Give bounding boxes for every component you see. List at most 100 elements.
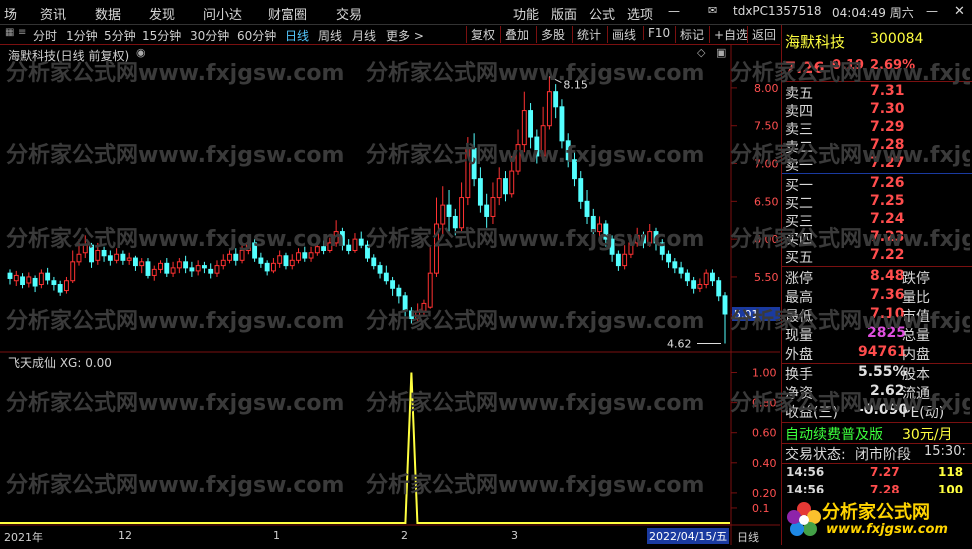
- candle-body: [666, 253, 671, 263]
- chart-settings-icon[interactable]: ◉: [136, 46, 146, 59]
- candle-body: [377, 265, 383, 274]
- stat-label: 流通: [902, 386, 930, 402]
- kline-chart[interactable]: 8.154.62 8.007.507.006.506.005.505.005.0…: [0, 45, 780, 545]
- candle-body: [57, 284, 63, 293]
- tick-time: 14:56: [786, 465, 825, 479]
- period-tab[interactable]: 1分钟: [66, 27, 98, 44]
- toolbar-overlay[interactable]: 叠加: [500, 26, 529, 43]
- stat-label: 总量: [902, 328, 930, 344]
- candle-body: [264, 262, 270, 272]
- mail-icon[interactable]: ✉: [708, 4, 717, 17]
- period-tab[interactable]: 5分钟: [104, 27, 136, 44]
- grid-icon[interactable]: ▦: [5, 27, 14, 38]
- price-change: 0.19: [832, 58, 865, 73]
- candle-body: [691, 280, 697, 289]
- y-tick-label: 5.50: [754, 271, 779, 284]
- bid-price: 7.26: [870, 175, 905, 191]
- period-tab-more[interactable]: 更多 >: [386, 27, 424, 44]
- candle-body: [189, 267, 195, 272]
- candle-body: [352, 238, 358, 251]
- candle-body: [628, 242, 634, 255]
- toolbar-stats[interactable]: 统计: [572, 26, 601, 43]
- candle-body: [496, 178, 502, 199]
- menu-item-data[interactable]: 数据: [95, 4, 121, 23]
- period-tab[interactable]: 分时: [33, 27, 57, 44]
- candle-body: [584, 200, 590, 217]
- bid-label: 买五: [785, 250, 813, 266]
- menu-item-layout[interactable]: 版面: [551, 4, 577, 23]
- price-tag-label: 5.01: [734, 308, 759, 321]
- period-tab[interactable]: 30分钟: [190, 27, 229, 44]
- menu-item-wealth[interactable]: 财富圈: [268, 4, 307, 23]
- quote-panel: 海默科技 300084 7.26 0.19 2.69% 卖五 7.31 卖四 7.3…: [781, 25, 972, 545]
- ask-label: 卖四: [785, 104, 813, 120]
- menu-item-0[interactable]: 场: [4, 4, 17, 23]
- stock-name: 海默科技: [785, 33, 846, 51]
- candle-body: [358, 238, 364, 246]
- promo-link[interactable]: 自动续费普及版: [785, 424, 883, 444]
- menu-item-formula[interactable]: 公式: [589, 4, 615, 23]
- period-toolbar: ▦ ≡ 分时 1分钟 5分钟 15分钟 30分钟 60分钟 日线 周线 月线 更…: [0, 25, 780, 45]
- candle-body: [440, 204, 446, 225]
- menu-item-news[interactable]: 资讯: [40, 4, 66, 23]
- menu-item-options[interactable]: 选项: [627, 4, 653, 23]
- ask-price: 7.28: [870, 137, 905, 153]
- menu-bar: 场 资讯 数据 发现 问小达 财富圈 交易 功能 版面 公式 选项 — ✉ td…: [0, 0, 972, 25]
- candle-body: [641, 234, 646, 244]
- period-tab-active[interactable]: 日线: [285, 27, 309, 44]
- candle-body: [32, 277, 38, 287]
- fold-icon[interactable]: ▣: [716, 46, 726, 59]
- window-minimize-icon[interactable]: —: [926, 4, 938, 18]
- logo-url: www.fxjgsw.com: [826, 522, 948, 537]
- bid-label: 买二: [785, 196, 813, 212]
- candle-body: [452, 215, 458, 229]
- close-icon[interactable]: ✕: [954, 4, 965, 19]
- candle-body: [590, 215, 596, 233]
- x-axis-period: 日线: [737, 531, 759, 544]
- toolbar-f10[interactable]: F10: [643, 26, 670, 40]
- candle-body: [327, 242, 333, 251]
- candle-body: [678, 267, 684, 274]
- stat-label: 市值: [902, 309, 930, 325]
- candle-body: [477, 178, 483, 206]
- candle-body: [107, 255, 113, 261]
- period-tab[interactable]: 15分钟: [142, 27, 181, 44]
- menu-item-function[interactable]: 功能: [513, 4, 539, 23]
- status-label: 交易状态:: [785, 447, 846, 463]
- toolbar-watchlist[interactable]: +自选: [709, 26, 748, 43]
- diamond-icon[interactable]: ◇: [697, 46, 705, 59]
- toolbar-draw[interactable]: 画线: [607, 26, 636, 43]
- candle-body: [227, 253, 232, 261]
- ask-label: 卖三: [785, 122, 813, 138]
- period-tab[interactable]: 60分钟: [237, 27, 276, 44]
- site-logo: 分析家公式网 www.fxjgsw.com: [782, 495, 972, 545]
- chart-title: 海默科技(日线 前复权): [8, 49, 130, 63]
- candle-body: [565, 140, 571, 161]
- toolbar-mark[interactable]: 标记: [675, 26, 704, 43]
- candle-body: [239, 249, 245, 261]
- candle-body: [13, 274, 19, 282]
- candle-body: [195, 265, 201, 272]
- period-tab[interactable]: 周线: [318, 27, 342, 44]
- high-label: 8.15: [563, 79, 588, 92]
- menu-item-discover[interactable]: 发现: [149, 4, 175, 23]
- period-tab[interactable]: 月线: [352, 27, 376, 44]
- candle-body: [603, 223, 609, 240]
- candle-body: [214, 265, 220, 274]
- candle-body: [402, 295, 408, 312]
- candle-body: [64, 280, 69, 292]
- list-icon[interactable]: ≡: [18, 27, 26, 38]
- candle-body: [653, 231, 659, 244]
- candle-body: [722, 295, 728, 315]
- cursor-date: 2022/04/15/五: [647, 528, 730, 544]
- toolbar-adjust[interactable]: 复权: [466, 26, 495, 43]
- minimize-icon[interactable]: —: [668, 4, 680, 18]
- menu-item-trade[interactable]: 交易: [336, 4, 362, 23]
- toolbar-multi[interactable]: 多股: [536, 26, 565, 43]
- candle-body: [371, 257, 377, 267]
- stat-label: 最低: [785, 309, 813, 325]
- bid-price: 7.25: [870, 193, 905, 209]
- promo-price[interactable]: 30元/月: [902, 424, 953, 444]
- toolbar-back[interactable]: 返回: [747, 26, 776, 43]
- menu-item-ask[interactable]: 问小达: [203, 4, 242, 23]
